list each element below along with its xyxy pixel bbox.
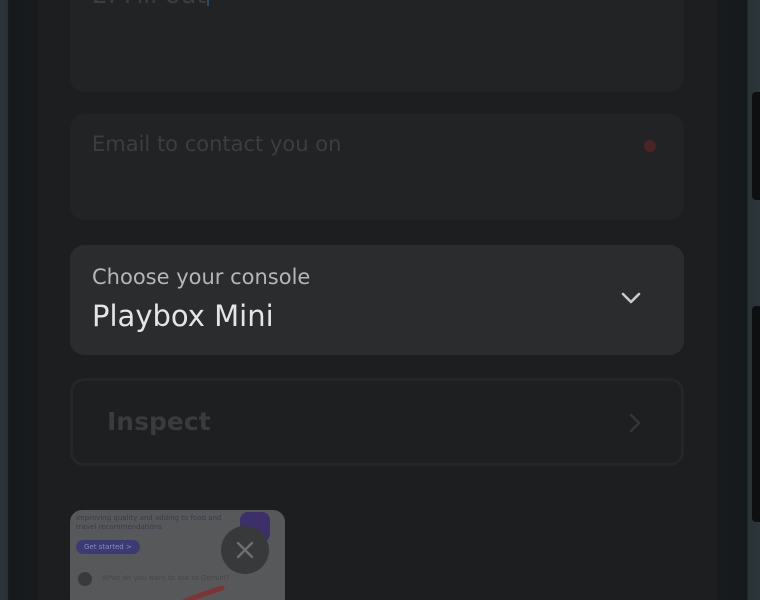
device-frame-left [0, 0, 38, 600]
close-icon [236, 541, 254, 559]
app-screen: 2. Fill out Email to contact you on Choo… [38, 0, 717, 600]
feedback-textarea[interactable]: 2. Fill out [70, 0, 684, 92]
inspect-button[interactable]: Inspect [70, 378, 684, 466]
device-power-button [752, 306, 760, 522]
thumbnail-prompt-placeholder: What do you want to ask to Gemini? [102, 574, 230, 582]
required-dot-icon [644, 140, 656, 152]
console-select[interactable]: Choose your console Playbox Mini [70, 245, 684, 355]
device-volume-button [752, 92, 760, 200]
thumbnail-text: improving quality and adding to food and… [76, 514, 222, 531]
text-caret [207, 0, 210, 6]
email-field-placeholder: Email to contact you on [92, 132, 342, 156]
email-field[interactable]: Email to contact you on [70, 114, 684, 220]
inspect-button-label: Inspect [107, 407, 211, 436]
thumbnail-get-started-button: Get started > [76, 540, 140, 554]
avatar [78, 572, 92, 586]
feedback-textarea-value: 2. Fill out [92, 0, 210, 9]
close-button[interactable] [221, 526, 269, 574]
console-select-label: Choose your console [92, 265, 311, 289]
chevron-right-icon [629, 413, 641, 433]
chevron-down-icon [621, 292, 641, 304]
console-select-value: Playbox Mini [92, 299, 274, 333]
annotation-scribble-icon [181, 586, 225, 600]
